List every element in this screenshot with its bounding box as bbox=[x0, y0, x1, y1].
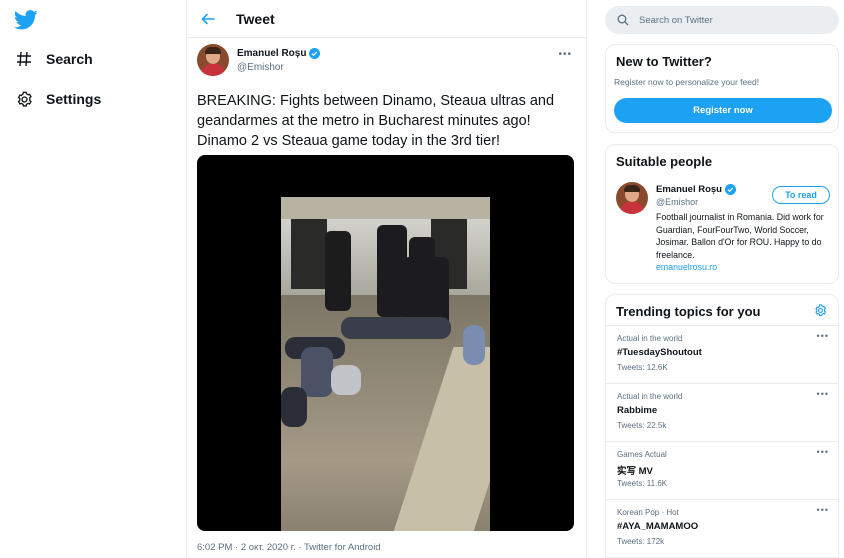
left-navigation: Search Settings bbox=[0, 0, 186, 558]
trend-category: Actual in the world bbox=[617, 392, 683, 401]
trend-name: 实写 MV bbox=[617, 466, 653, 477]
author-handle[interactable]: @Emishor bbox=[237, 62, 320, 73]
verified-badge-icon bbox=[725, 184, 736, 195]
verified-badge-icon bbox=[309, 47, 321, 59]
trend-item[interactable]: Actual in the world Rabbime Tweets: 22.5… bbox=[606, 384, 838, 442]
avatar[interactable] bbox=[197, 44, 229, 76]
card-title: Trending topics for you bbox=[616, 304, 761, 319]
trend-category: Actual in the world bbox=[617, 334, 683, 343]
more-options-icon[interactable]: ••• bbox=[558, 49, 572, 60]
more-options-icon[interactable]: ••• bbox=[817, 505, 829, 515]
register-button[interactable]: Register now bbox=[614, 98, 832, 123]
back-arrow-icon[interactable] bbox=[201, 11, 217, 27]
trend-item[interactable]: Games Actual 实写 MV Tweets: 11.6K ••• bbox=[606, 442, 838, 500]
trending-card: Trending topics for you Actual in the wo… bbox=[605, 294, 839, 558]
tweet-timestamp[interactable]: 6:02 PM · 2 окт. 2020 г. · Twitter for A… bbox=[197, 542, 381, 553]
new-to-twitter-card: New to Twitter? Register now to personal… bbox=[605, 44, 839, 133]
tweet-author[interactable]: Emanuel Roșu @Emishor bbox=[197, 44, 321, 76]
gear-icon[interactable] bbox=[814, 304, 827, 317]
search-icon bbox=[617, 14, 629, 26]
tweet-video[interactable] bbox=[197, 155, 574, 531]
trend-category: Korean Pop · Hot bbox=[617, 508, 679, 517]
trend-name: Rabbime bbox=[617, 405, 658, 416]
nav-item-settings[interactable]: Settings bbox=[14, 86, 101, 112]
twitter-bird-icon[interactable] bbox=[13, 9, 38, 31]
nav-item-label: Search bbox=[46, 51, 93, 67]
avatar[interactable] bbox=[616, 182, 648, 214]
hash-icon bbox=[14, 49, 34, 69]
tweet-text: BREAKING: Fights between Dinamo, Steaua … bbox=[197, 93, 555, 149]
suitable-people-card: Suitable people Emanuel Roșu @Emishor To… bbox=[605, 144, 839, 284]
search-input[interactable] bbox=[639, 14, 819, 26]
tweet-column: Tweet Emanuel Roșu @Emishor ••• BREAKING… bbox=[186, 0, 587, 558]
person-handle[interactable]: @Emishor bbox=[656, 197, 698, 207]
trend-count: Tweets: 12.6K bbox=[617, 363, 668, 372]
more-options-icon[interactable]: ••• bbox=[817, 389, 829, 399]
gear-icon bbox=[14, 89, 34, 109]
trend-count: Tweets: 11.6K bbox=[617, 479, 668, 488]
nav-item-search[interactable]: Search bbox=[14, 46, 93, 72]
trend-item[interactable]: Korean Pop · Hot #AYA_MAMAMOO Tweets: 17… bbox=[606, 500, 838, 557]
column-header: Tweet bbox=[187, 0, 586, 38]
trending-header: Trending topics for you bbox=[606, 295, 838, 326]
trend-category: Games Actual bbox=[617, 450, 667, 459]
card-title: Suitable people bbox=[616, 154, 713, 169]
more-options-icon[interactable]: ••• bbox=[817, 331, 829, 341]
trend-item[interactable]: Actual in the world #TuesdayShoutout Twe… bbox=[606, 326, 838, 384]
bio-link[interactable]: emanuelrosu.ro bbox=[656, 261, 828, 274]
trend-name: #TuesdayShoutout bbox=[617, 347, 702, 358]
person-bio: Football journalist in Romania. Did work… bbox=[656, 211, 828, 274]
page-title: Tweet bbox=[236, 10, 275, 27]
author-name[interactable]: Emanuel Roșu bbox=[237, 48, 306, 59]
follow-button[interactable]: To read bbox=[772, 186, 830, 204]
nav-item-label: Settings bbox=[46, 91, 102, 107]
person-name[interactable]: Emanuel Roșu bbox=[656, 184, 722, 195]
bio-text: Football journalist in Romania. Did work… bbox=[656, 212, 824, 260]
card-title: New to Twitter? bbox=[616, 54, 712, 69]
trend-name: #AYA_MAMAMOO bbox=[617, 521, 699, 532]
card-subtitle: Register now to personalize your feed! bbox=[614, 77, 760, 87]
video-thumbnail[interactable] bbox=[281, 197, 490, 531]
trend-count: Tweets: 22.5k bbox=[617, 421, 667, 430]
trend-count: Tweets: 172k bbox=[617, 537, 665, 546]
more-options-icon[interactable]: ••• bbox=[817, 447, 829, 457]
search-bar[interactable] bbox=[605, 6, 839, 34]
